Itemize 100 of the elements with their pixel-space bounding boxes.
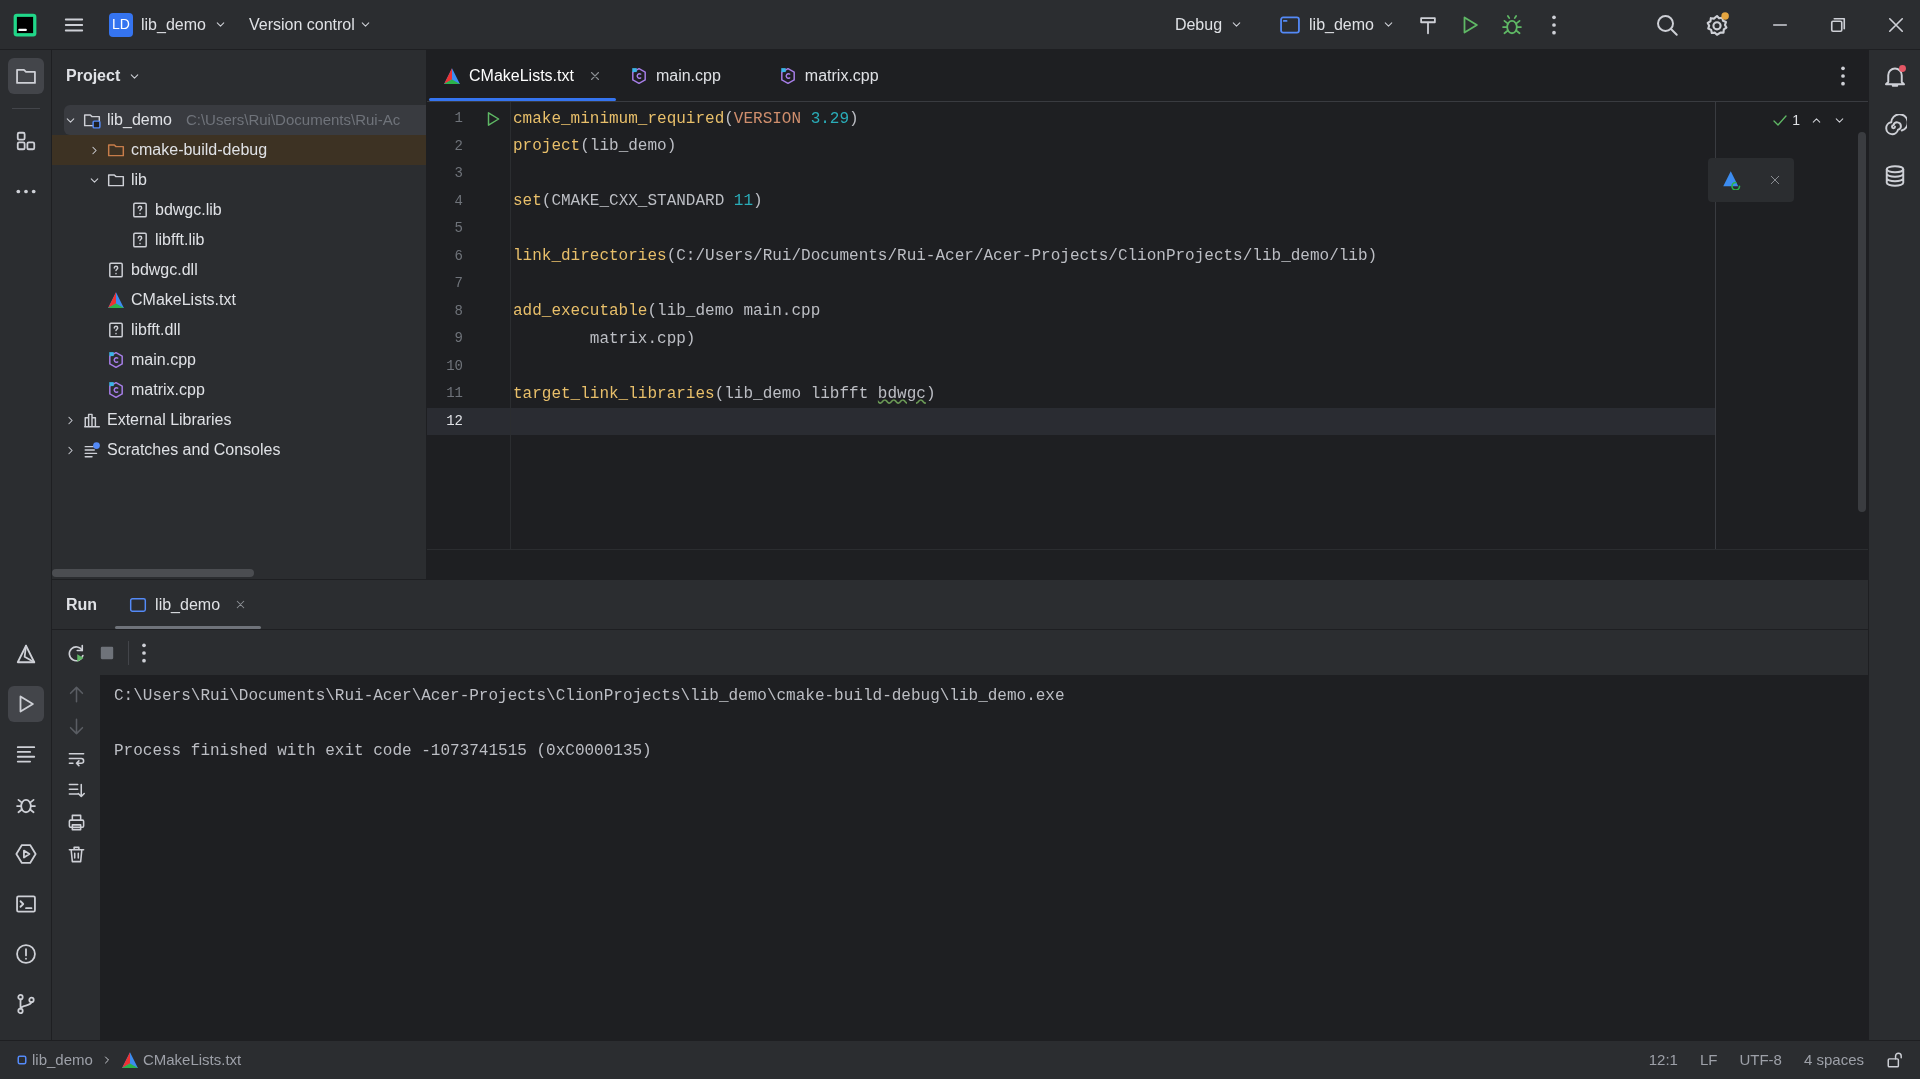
library-icon [83,411,101,429]
more-icon[interactable] [1551,14,1557,35]
item-label: External Libraries [107,410,232,430]
unlock-icon[interactable] [1886,1051,1904,1069]
line-number: 7 [453,274,463,294]
run-target-selector[interactable]: lib_demo [1279,12,1395,37]
item-label: bdwgc.dll [131,260,198,280]
item-label: libfft.lib [155,230,205,250]
problems-icon [14,943,37,965]
project-name: lib_demo [141,14,206,35]
folder-icon [83,111,101,129]
vcs-label: Version control [248,14,355,35]
cmake-reload-icon[interactable] [1721,170,1742,190]
vcs-menu[interactable]: Version control [248,12,372,37]
print-icon[interactable] [66,813,86,832]
indent-setting[interactable]: 4 spaces [1803,1048,1864,1072]
line-number: 12 [445,411,463,431]
inspection-widget[interactable]: 1 [1772,110,1800,131]
line-number: 11 [445,384,463,404]
terminal-icon [14,893,37,915]
panel-title: Run [66,594,98,615]
triangle-icon [107,291,125,309]
tree-item[interactable]: External Libraries [52,405,426,435]
project-badge: LD [109,12,133,37]
item-label: lib_demo [107,110,172,130]
console-line: C:\Users\Rui\Documents\Rui-Acer\Acer-Projects\ClionProjects\lib_demo\cmake-build-debug\lib_demo.exe [114,685,1065,707]
line-number: 4 [453,191,463,211]
scroll-to-end-icon[interactable] [66,781,86,800]
line-number: 3 [453,164,463,184]
tree-item[interactable]: CMakeLists.txt [52,285,426,315]
branch-icon [14,993,37,1015]
more-icon [15,188,36,194]
breadcrumb[interactable]: lib_demo [16,1048,93,1072]
cpp-file-icon [629,66,648,85]
code-line: link_directories(C:/Users/Rui/Documents/Rui-Acer/Acer-Projects/ClionProjects/lib_demo/lib) [512,246,1379,268]
tree-item[interactable]: Scratches and Consoles [52,435,426,465]
more-icon[interactable] [141,642,147,663]
project-switcher[interactable]: LD lib_demo [105,8,231,41]
code-line: matrix.cpp) [588,328,697,350]
caret-position[interactable]: 12:1 [1648,1048,1678,1072]
configuration-label: Debug [1174,14,1223,35]
rerun-icon[interactable] [66,642,86,663]
search-icon[interactable] [1655,12,1679,37]
close-icon[interactable] [1768,174,1781,186]
tree-item[interactable]: libfft.lib [52,225,426,255]
window-icon [129,595,148,614]
panel-title: Project [66,66,121,86]
line-number: 2 [453,136,463,156]
services-icon [14,843,37,865]
delete-icon[interactable] [66,845,86,864]
item-label: matrix.cpp [131,380,205,400]
tree-item[interactable]: lib_demo C:\Users\Rui\Documents\Rui-Ac [64,105,426,135]
tree-item[interactable]: cmake-build-debug [52,135,426,165]
tree-item[interactable]: bdwgc.lib [52,195,426,225]
breadcrumb[interactable]: CMakeLists.txt [120,1048,242,1072]
item-label: CMakeLists.txt [131,290,236,310]
tree-item[interactable]: lib [52,165,426,195]
item-label: libfft.dll [131,320,181,340]
triangle-icon [14,643,37,665]
item-label: Scratches and Consoles [107,440,281,460]
editor-tab[interactable]: main.cpp [615,50,765,101]
code-line: cmake_minimum_required(VERSION 3.29) [512,108,860,130]
tool-window-button[interactable] [7,58,44,94]
unknown-file-icon [107,261,125,279]
file-encoding[interactable]: UTF-8 [1739,1048,1782,1072]
bug-icon[interactable] [1501,13,1523,36]
code-line: target_link_libraries(lib_demo libfft bdwgc) [512,383,937,405]
console-line: Process finished with exit code -1073741515 (0xC0000135) [114,740,652,762]
vertical-scrollbar[interactable] [1858,132,1866,512]
line-separator[interactable]: LF [1699,1048,1718,1072]
unknown-file-icon [131,201,149,219]
item-label: cmake-build-debug [131,140,268,160]
run-target-label: lib_demo [1309,14,1374,35]
tree-item[interactable]: matrix.cpp [52,375,426,405]
item-label: bdwgc.lib [155,200,222,220]
run-tab[interactable]: lib_demo [115,580,262,629]
tree-item[interactable]: main.cpp [52,345,426,375]
configuration-selector[interactable]: Debug [1174,12,1244,37]
scratches-icon [83,441,101,459]
triangle-icon [443,66,461,85]
line-number: 9 [453,329,463,349]
more-icon[interactable] [1840,65,1846,86]
lines-icon [14,743,37,765]
cpp-file-icon [107,351,125,369]
bell-icon[interactable] [1882,64,1907,88]
app-logo-icon [12,11,38,38]
view-dropdown[interactable]: Project [52,50,426,102]
code-line: project(lib_demo) [512,136,678,158]
editor-tab[interactable]: CMakeLists.txt [429,50,616,101]
horizontal-scrollbar[interactable] [52,569,254,577]
settings-icon[interactable] [1704,11,1730,38]
tree-item[interactable]: bdwgc.dll [52,255,426,285]
tool-window-button[interactable] [7,686,44,722]
code-line: add_executable(lib_demo main.cpp [512,301,822,323]
spiral-icon[interactable] [1882,114,1907,138]
item-path: C:\Users\Rui\Documents\Rui-Ac [185,109,401,130]
square-icon [16,1054,28,1066]
tree-item[interactable]: libfft.dll [52,315,426,345]
editor-tab[interactable]: matrix.cpp [764,50,923,101]
folder-icon [107,171,125,189]
